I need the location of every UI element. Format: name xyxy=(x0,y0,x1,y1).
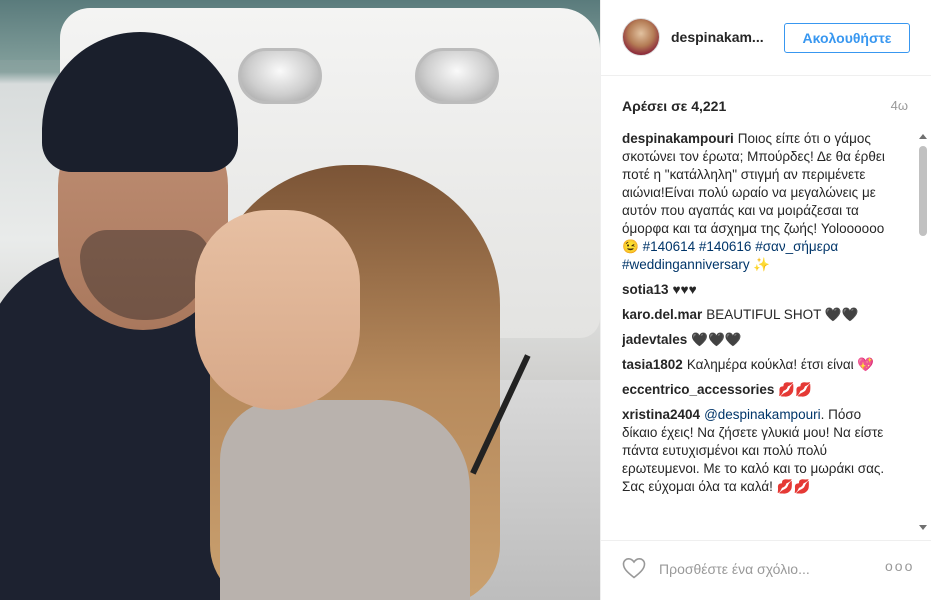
list-item: tasia1802 Καλημέρα κούκλα! έτσι είναι 💖 xyxy=(622,356,892,374)
follow-button[interactable]: Ακολουθήστε xyxy=(784,23,910,53)
comment-text: 🖤🖤🖤 xyxy=(691,332,742,347)
comment-footer: ooo xyxy=(601,540,931,600)
post-photo[interactable] xyxy=(0,0,600,600)
scroll-down-icon[interactable] xyxy=(919,525,927,530)
comment-user[interactable]: xristina2404 xyxy=(622,407,700,422)
scroll-up-icon[interactable] xyxy=(919,134,927,139)
comment-text: 💋💋 xyxy=(778,382,812,397)
heart-outline-icon[interactable] xyxy=(622,557,646,579)
list-item: karo.del.mar BEAUTIFUL SHOT 🖤🖤 xyxy=(622,306,892,324)
comment-text: Καλημέρα κούκλα! έτσι είναι 💖 xyxy=(686,357,875,372)
ellipsis-icon[interactable]: ooo xyxy=(885,558,914,574)
comment-input[interactable] xyxy=(657,555,871,583)
caption: despinakampouri Ποιος είπε ότι ο γάμος σκ… xyxy=(622,130,892,274)
comment-user[interactable]: sotia13 xyxy=(622,282,669,297)
woman-coat xyxy=(220,400,470,600)
post-sidebar: despinakam... Ακολουθήστε Αρέσει σε 4,22… xyxy=(600,0,931,600)
post-header: despinakam... Ακολουθήστε xyxy=(601,0,931,76)
comment-text: ♥♥♥ xyxy=(672,282,697,297)
boat-vent-left xyxy=(238,48,322,104)
caption-tags[interactable]: #140614 #140616 #σαν_σήμερα #weddinganni… xyxy=(622,239,838,272)
username-link[interactable]: despinakam... xyxy=(671,29,764,45)
comment-list: despinakampouri Ποιος είπε ότι ο γάμος σκ… xyxy=(622,130,892,532)
list-item: eccentrico_accessories 💋💋 xyxy=(622,381,892,399)
comment-user[interactable]: tasia1802 xyxy=(622,357,683,372)
comment-user[interactable]: eccentrico_accessories xyxy=(622,382,774,397)
woman-face xyxy=(195,210,360,410)
list-item: sotia13 ♥♥♥ xyxy=(622,281,892,299)
scrollbar-thumb[interactable] xyxy=(919,146,927,236)
caption-user[interactable]: despinakampouri xyxy=(622,131,734,146)
likes-count[interactable]: Αρέσει σε 4,221 xyxy=(622,98,726,114)
comment-user[interactable]: karo.del.mar xyxy=(622,307,702,322)
list-item: xristina2404 @despinakampouri. Πόσο δίκαι… xyxy=(622,406,892,496)
list-item: jadevtales 🖤🖤🖤 xyxy=(622,331,892,349)
comments-scrollbar[interactable] xyxy=(917,132,929,532)
comment-text: BEAUTIFUL SHOT 🖤🖤 xyxy=(706,307,859,322)
comment-mention[interactable]: @despinakampouri xyxy=(704,407,821,422)
comment-user[interactable]: jadevtales xyxy=(622,332,687,347)
post-age[interactable]: 4ω xyxy=(891,98,908,113)
boat-vent-right xyxy=(415,48,499,104)
caption-text: Ποιος είπε ότι ο γάμος σκοτώνει τον έρωτ… xyxy=(622,131,885,254)
avatar[interactable] xyxy=(622,18,660,56)
